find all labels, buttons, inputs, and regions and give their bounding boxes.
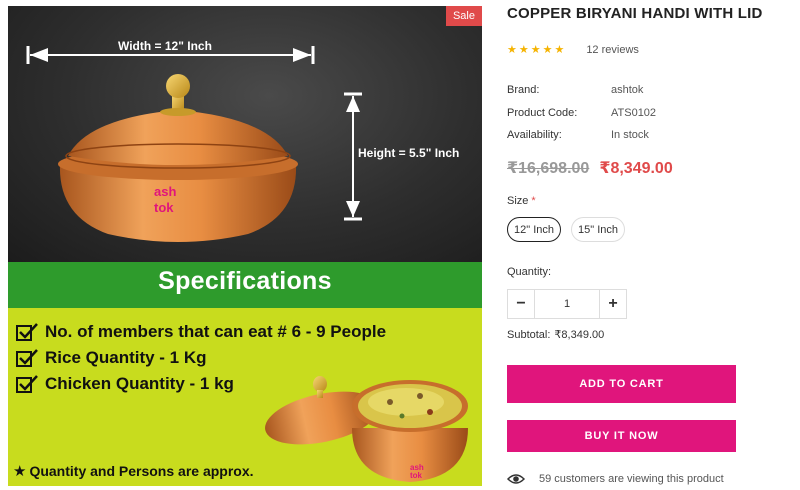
reviews-link[interactable]: 12 reviews	[586, 44, 639, 56]
quantity-label: Quantity:	[507, 266, 552, 278]
spec-title: Specifications	[158, 267, 332, 295]
subtotal-label: Subtotal:	[507, 329, 551, 341]
approx-note: ★ Quantity and Persons are approx.	[13, 462, 254, 480]
spec-item-text: No. of members that can eat # 6 - 9 Peop…	[45, 322, 387, 341]
price-sale: ₹8,349.00	[599, 160, 673, 177]
subtotal: Subtotal: ₹8,349.00	[507, 328, 604, 341]
width-label: Width = 12" Inch	[118, 39, 212, 53]
price-compare: ₹16,698.00	[507, 160, 590, 177]
spec-item: No. of members that can eat # 6 - 9 Peop…	[16, 319, 386, 345]
product-image[interactable]: Sale Width = 12" Inch Height = 5.5" Inch	[8, 6, 482, 486]
spec-item-text: Rice Quantity - 1 Kg	[45, 348, 207, 367]
buy-now-button[interactable]: BUY IT NOW	[507, 420, 736, 452]
size-label: Size *	[507, 195, 536, 207]
height-label: Height = 5.5" Inch	[358, 146, 460, 160]
meta-row-product-code: Product Code: ATS0102	[507, 102, 656, 125]
meta-value: In stock	[611, 129, 649, 142]
add-to-cart-button[interactable]: ADD TO CART	[507, 365, 736, 403]
quantity-stepper: − 1 +	[507, 289, 627, 319]
approx-note-text: Quantity and Persons are approx.	[29, 463, 254, 479]
quantity-input[interactable]: 1	[534, 290, 600, 318]
spec-item-text: Chicken Quantity - 1 kg	[45, 374, 234, 393]
live-viewers: 59 customers are viewing this product	[507, 473, 724, 485]
checkbox-tick-icon	[16, 323, 38, 341]
meta-value[interactable]: ashtok	[611, 84, 643, 96]
size-options: 12" Inch 15" Inch	[507, 217, 635, 242]
rating[interactable]: ★★★★★ 12 reviews	[507, 43, 639, 57]
brand-mark-line2: tok	[154, 200, 174, 215]
meta-value: ATS0102	[611, 106, 657, 119]
meta-key: Brand:	[507, 84, 540, 97]
product-title: COPPER BIRYANI HANDI WITH LID	[507, 5, 763, 22]
star-icon: ★	[13, 463, 27, 480]
size-option-15-inch[interactable]: 15" Inch	[571, 217, 625, 242]
meta-key: Product Code:	[507, 106, 578, 119]
quantity-increase-button[interactable]: +	[600, 290, 626, 318]
eye-icon	[507, 474, 525, 484]
meta-row-brand: Brand: ashtok	[507, 79, 656, 102]
required-asterisk: *	[531, 195, 536, 207]
meta-row-availability: Availability: In stock	[507, 124, 656, 147]
star-rating-icon: ★★★★★	[507, 44, 567, 56]
checkbox-tick-icon	[16, 349, 38, 367]
checkbox-tick-icon	[16, 375, 38, 393]
quantity-decrease-button[interactable]: −	[508, 290, 534, 318]
product-meta: Brand: ashtok Product Code: ATS0102 Avai…	[507, 79, 656, 147]
dish-brand-mark-line2: tok	[410, 471, 423, 480]
meta-key: Availability:	[507, 129, 562, 142]
brand-mark-line1: ash	[154, 184, 176, 199]
biryani-dish-illustration: ash tok	[265, 376, 468, 482]
subtotal-value: ₹8,349.00	[554, 329, 605, 341]
size-label-text: Size	[507, 195, 529, 207]
price-row: ₹16,698.00 ₹8,349.00	[507, 158, 673, 178]
sale-badge: Sale	[445, 6, 482, 26]
size-option-12-inch[interactable]: 12" Inch	[507, 217, 561, 242]
live-viewers-text: 59 customers are viewing this product	[539, 473, 724, 485]
copper-handi-illustration: ash tok	[58, 74, 298, 242]
